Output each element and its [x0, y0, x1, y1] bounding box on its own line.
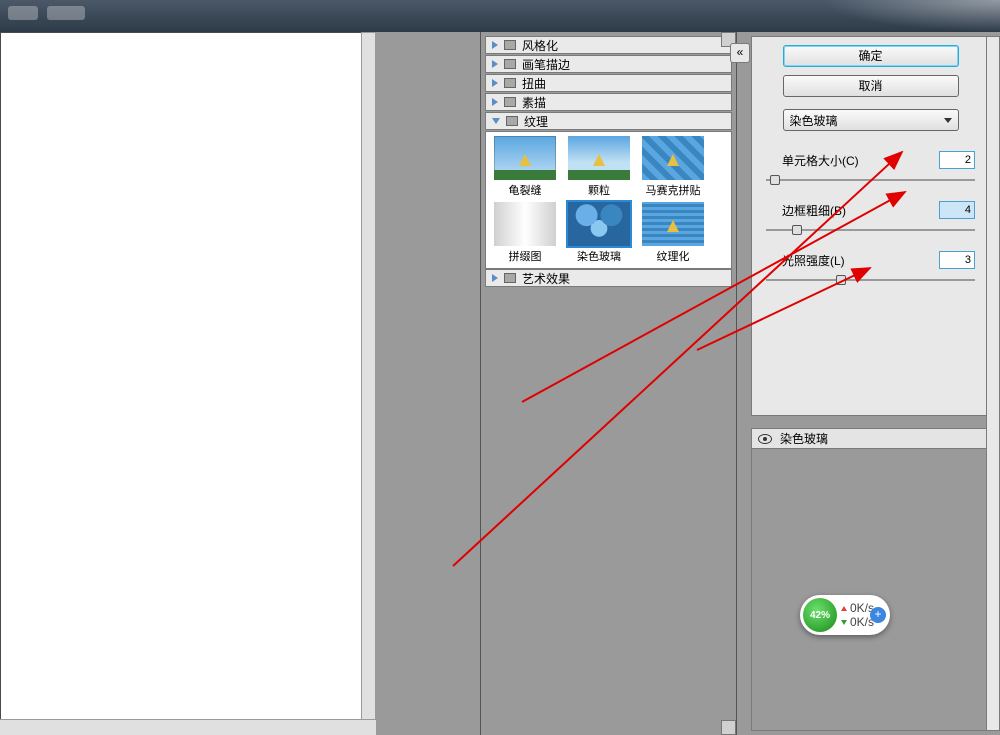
light-input[interactable] [939, 251, 975, 269]
controls-vscroll[interactable] [986, 36, 1000, 731]
folder-icon [504, 59, 516, 69]
cat-texture[interactable]: 纹理 [485, 112, 732, 130]
thumb-craquelure[interactable]: 龟裂缝 [490, 136, 560, 198]
ok-button[interactable]: 确定 [783, 45, 959, 67]
cat-label: 扭曲 [522, 75, 546, 92]
cat-label: 风格化 [522, 37, 558, 54]
border-input[interactable] [939, 201, 975, 219]
cat-artistic[interactable]: 艺术效果 [485, 269, 732, 287]
titlebar-btn-1[interactable] [8, 6, 38, 20]
thumb-grain[interactable]: 颗粒 [564, 136, 634, 198]
cat-sketch[interactable]: 素描 [485, 93, 732, 111]
canvas-statusbar [0, 719, 376, 735]
folder-icon [506, 116, 518, 126]
thumb-stained-glass[interactable]: 染色玻璃 [564, 202, 634, 264]
cat-label: 画笔描边 [522, 56, 570, 73]
cat-label: 艺术效果 [522, 270, 570, 287]
cat-label: 素描 [522, 94, 546, 111]
plus-icon[interactable]: + [870, 607, 886, 623]
param-light: 光照强度(L) [766, 251, 975, 285]
window-titlebar [0, 0, 1000, 32]
controls-box: « 确定 取消 染色玻璃 单元格大小(C) 边框粗细(B) 光照强度(L) [751, 36, 990, 416]
border-slider[interactable] [766, 225, 975, 235]
folder-icon [504, 273, 516, 283]
download-icon [841, 620, 847, 625]
eye-icon[interactable] [758, 434, 772, 444]
light-slider[interactable] [766, 275, 975, 285]
cell-size-slider[interactable] [766, 175, 975, 185]
param-label: 边框粗细(B) [766, 202, 939, 219]
canvas-area [0, 32, 480, 735]
filter-scroll-down[interactable] [721, 720, 736, 735]
texture-thumbnails: 龟裂缝 颗粒 马赛克拼贴 拼缀图 染色玻璃 纹理化 [485, 131, 732, 269]
network-widget[interactable]: 42% 0K/s 0K/s + [800, 595, 890, 635]
canvas-vscroll[interactable] [361, 32, 376, 735]
cat-stylize[interactable]: 风格化 [485, 36, 732, 54]
cancel-button[interactable]: 取消 [783, 75, 959, 97]
folder-icon [504, 97, 516, 107]
preview-header[interactable]: 染色玻璃 [752, 429, 989, 449]
preview-title: 染色玻璃 [780, 430, 828, 447]
folder-icon [504, 78, 516, 88]
filter-dropdown[interactable]: 染色玻璃 [783, 109, 959, 131]
filter-category-panel: 风格化 画笔描边 扭曲 素描 纹理 龟裂缝 颗粒 马赛克拼贴 拼缀图 染色玻璃 … [480, 32, 736, 735]
collapse-icon[interactable]: « [730, 43, 750, 63]
cell-size-input[interactable] [939, 151, 975, 169]
cpu-badge: 42% [803, 598, 837, 632]
param-border: 边框粗细(B) [766, 201, 975, 235]
effect-preview-panel: 染色玻璃 [751, 428, 990, 731]
cat-brush[interactable]: 画笔描边 [485, 55, 732, 73]
dropdown-value: 染色玻璃 [790, 112, 838, 129]
chevron-down-icon [944, 118, 952, 123]
param-label: 光照强度(L) [766, 252, 939, 269]
param-label: 单元格大小(C) [766, 152, 939, 169]
thumb-patchwork[interactable]: 拼缀图 [490, 202, 560, 264]
upload-icon [841, 606, 847, 611]
thumb-mosaic[interactable]: 马赛克拼贴 [638, 136, 708, 198]
titlebar-btn-2[interactable] [47, 6, 85, 20]
cat-label: 纹理 [524, 113, 548, 130]
param-cell-size: 单元格大小(C) [766, 151, 975, 185]
preview-canvas[interactable] [0, 32, 372, 735]
thumb-texturizer[interactable]: 纹理化 [638, 202, 708, 264]
cat-distort[interactable]: 扭曲 [485, 74, 732, 92]
folder-icon [504, 40, 516, 50]
